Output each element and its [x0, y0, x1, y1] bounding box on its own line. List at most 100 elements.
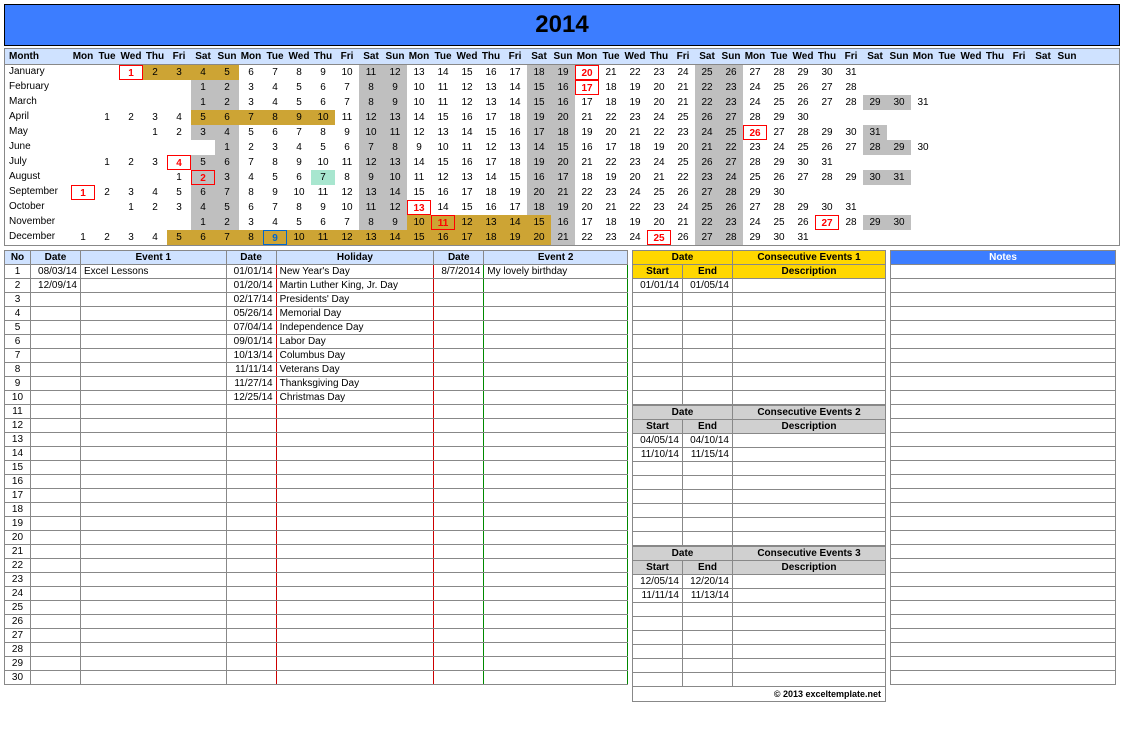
day-cell[interactable]	[1055, 215, 1079, 230]
day-cell[interactable]: 9	[359, 170, 383, 185]
cell[interactable]	[226, 517, 276, 531]
day-cell[interactable]: 15	[455, 200, 479, 215]
cell[interactable]	[80, 629, 226, 643]
day-cell[interactable]: 1	[215, 140, 239, 155]
day-cell[interactable]: 29	[791, 65, 815, 80]
cell[interactable]	[80, 447, 226, 461]
day-cell[interactable]: 12	[479, 140, 503, 155]
day-cell[interactable]: 14	[431, 200, 455, 215]
day-cell[interactable]: 16	[551, 80, 575, 95]
day-cell[interactable]: 23	[719, 80, 743, 95]
day-cell[interactable]: 13	[479, 95, 503, 110]
day-cell[interactable]: 28	[743, 155, 767, 170]
notes-cell[interactable]	[891, 405, 1116, 419]
day-cell[interactable]: 2	[215, 215, 239, 230]
day-cell[interactable]: 6	[191, 185, 215, 200]
cell[interactable]	[434, 293, 484, 307]
notes-cell[interactable]	[891, 573, 1116, 587]
day-cell[interactable]	[95, 140, 119, 155]
cell[interactable]	[434, 461, 484, 475]
day-cell[interactable]	[935, 110, 959, 125]
day-cell[interactable]: 5	[287, 215, 311, 230]
cell[interactable]	[434, 377, 484, 391]
cell[interactable]: 01/01/14	[633, 279, 683, 293]
cell[interactable]	[30, 489, 80, 503]
cell[interactable]	[484, 391, 628, 405]
day-cell[interactable]: 16	[503, 125, 527, 140]
cell[interactable]	[276, 559, 434, 573]
day-cell[interactable]	[95, 65, 119, 80]
day-cell[interactable]: 19	[551, 65, 575, 80]
day-cell[interactable]	[911, 200, 935, 215]
day-cell[interactable]: 10	[407, 95, 431, 110]
cell[interactable]	[733, 490, 886, 504]
day-cell[interactable]: 21	[695, 140, 719, 155]
cell[interactable]	[226, 503, 276, 517]
day-cell[interactable]: 28	[791, 125, 815, 140]
day-cell[interactable]: 11	[383, 125, 407, 140]
day-cell[interactable]: 8	[239, 185, 263, 200]
day-cell[interactable]: 2	[167, 125, 191, 140]
cell[interactable]	[434, 475, 484, 489]
day-cell[interactable]: 28	[815, 170, 839, 185]
day-cell[interactable]: 20	[551, 155, 575, 170]
cell[interactable]	[226, 601, 276, 615]
day-cell[interactable]: 10	[335, 200, 359, 215]
cell[interactable]	[633, 476, 683, 490]
cell[interactable]: 11/10/14	[633, 448, 683, 462]
cell[interactable]	[30, 657, 80, 671]
day-cell[interactable]: 21	[671, 95, 695, 110]
day-cell[interactable]: 22	[575, 230, 599, 245]
cell[interactable]	[683, 391, 733, 405]
cell[interactable]	[733, 434, 886, 448]
cell[interactable]	[733, 391, 886, 405]
cell[interactable]	[633, 363, 683, 377]
day-cell[interactable]: 10	[287, 230, 311, 245]
cell[interactable]	[226, 419, 276, 433]
day-cell[interactable]	[863, 185, 887, 200]
cell[interactable]: 04/05/14	[633, 434, 683, 448]
day-cell[interactable]: 10	[359, 125, 383, 140]
day-cell[interactable]: 16	[455, 155, 479, 170]
day-cell[interactable]	[959, 110, 983, 125]
day-cell[interactable]	[1007, 110, 1031, 125]
cell[interactable]	[633, 307, 683, 321]
day-cell[interactable]: 30	[911, 140, 935, 155]
day-cell[interactable]: 23	[599, 230, 623, 245]
day-cell[interactable]	[1031, 110, 1055, 125]
cell[interactable]	[276, 657, 434, 671]
day-cell[interactable]: 29	[863, 95, 887, 110]
day-cell[interactable]: 21	[575, 110, 599, 125]
cell[interactable]	[276, 461, 434, 475]
day-cell[interactable]: 31	[887, 170, 911, 185]
day-cell[interactable]: 1	[119, 200, 143, 215]
cell[interactable]	[226, 615, 276, 629]
day-cell[interactable]: 21	[671, 80, 695, 95]
day-cell[interactable]	[1007, 80, 1031, 95]
cell[interactable]	[80, 335, 226, 349]
cell[interactable]: 8	[5, 363, 31, 377]
day-cell[interactable]: 25	[671, 155, 695, 170]
cell[interactable]	[434, 559, 484, 573]
cell[interactable]	[80, 405, 226, 419]
day-cell[interactable]: 24	[695, 125, 719, 140]
day-cell[interactable]: 1	[167, 170, 191, 185]
day-cell[interactable]	[863, 200, 887, 215]
day-cell[interactable]	[143, 95, 167, 110]
day-cell[interactable]	[143, 80, 167, 95]
cell[interactable]	[633, 659, 683, 673]
cell[interactable]: 4	[5, 307, 31, 321]
notes-cell[interactable]	[891, 545, 1116, 559]
day-cell[interactable]: 24	[743, 95, 767, 110]
day-cell[interactable]: 4	[167, 155, 191, 170]
day-cell[interactable]: 16	[479, 65, 503, 80]
day-cell[interactable]	[959, 140, 983, 155]
day-cell[interactable]: 15	[431, 110, 455, 125]
cell[interactable]	[276, 517, 434, 531]
cell[interactable]	[484, 573, 628, 587]
day-cell[interactable]: 11	[335, 155, 359, 170]
cell[interactable]	[484, 405, 628, 419]
cell[interactable]: 22	[5, 559, 31, 573]
day-cell[interactable]: 3	[167, 65, 191, 80]
day-cell[interactable]: 18	[599, 95, 623, 110]
